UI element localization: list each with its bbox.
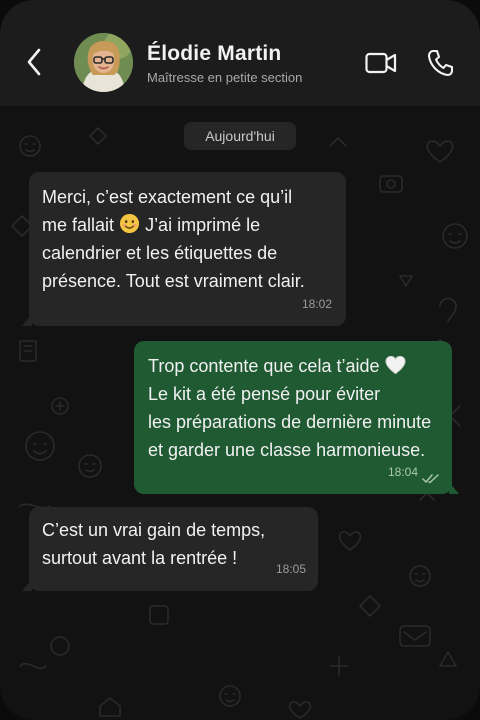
- message-text: C’est un vrai gain de temps, surtout ava…: [42, 516, 312, 572]
- message-time: 18:05: [275, 562, 306, 576]
- message-bubble-incoming[interactable]: Merci, c’est exactement ce qu’il me fall…: [22, 172, 346, 326]
- white-heart-emoji-icon: [384, 355, 406, 375]
- message-line-part: me fallait: [42, 215, 115, 235]
- video-camera-icon: [365, 52, 397, 74]
- message-line: calendrier et les étiquettes de: [42, 243, 278, 263]
- message-line-part: J’ai imprimé le: [145, 215, 261, 235]
- bubble-tail: [449, 482, 459, 494]
- message-line-part: Trop contente que cela t’aide: [148, 356, 380, 376]
- avatar-image: [74, 33, 133, 92]
- chat-area[interactable]: Aujourd'hui Merci, c’est exactement ce q…: [0, 106, 480, 720]
- avatar[interactable]: [74, 33, 133, 92]
- chat-header: Élodie Martin Maîtresse en petite sectio…: [0, 0, 480, 106]
- message-line: me fallait J’ai imprimé le: [42, 211, 342, 239]
- back-button[interactable]: [20, 46, 48, 78]
- video-call-button[interactable]: [365, 50, 397, 76]
- voice-call-button[interactable]: [427, 49, 454, 77]
- message-text: Merci, c’est exactement ce qu’il me fall…: [42, 183, 342, 295]
- contact-name[interactable]: Élodie Martin: [147, 42, 281, 66]
- smiling-face-emoji-icon: [120, 213, 140, 234]
- message-time: 18:04: [387, 465, 418, 479]
- message-line: les préparations de dernière minute: [148, 412, 432, 432]
- message-bubble-incoming[interactable]: C’est un vrai gain de temps, surtout ava…: [22, 507, 318, 591]
- double-check-read-icon: [422, 474, 439, 484]
- phone-screen: Élodie Martin Maîtresse en petite sectio…: [0, 0, 480, 720]
- message-line: présence. Tout est vraiment clair.: [42, 271, 305, 291]
- date-separator: Aujourd'hui: [184, 122, 296, 150]
- message-line: Le kit a été pensé pour éviter: [148, 384, 381, 404]
- message-line: surtout avant la rentrée !: [42, 548, 238, 568]
- message-line: Merci, c’est exactement ce qu’il: [42, 187, 293, 207]
- message-line: C’est un vrai gain de temps,: [42, 520, 266, 540]
- contact-subtitle: Maîtresse en petite section: [147, 70, 303, 85]
- message-time: 18:02: [301, 297, 332, 311]
- message-line: Trop contente que cela t’aide: [148, 352, 448, 380]
- bubble-tail: [22, 579, 32, 591]
- bubble-tail: [22, 314, 32, 326]
- message-text: Trop contente que cela t’aide Le kit a é…: [148, 352, 448, 464]
- chevron-left-icon: [27, 48, 41, 76]
- phone-icon: [427, 49, 454, 77]
- message-bubble-outgoing[interactable]: Trop contente que cela t’aide Le kit a é…: [134, 341, 459, 494]
